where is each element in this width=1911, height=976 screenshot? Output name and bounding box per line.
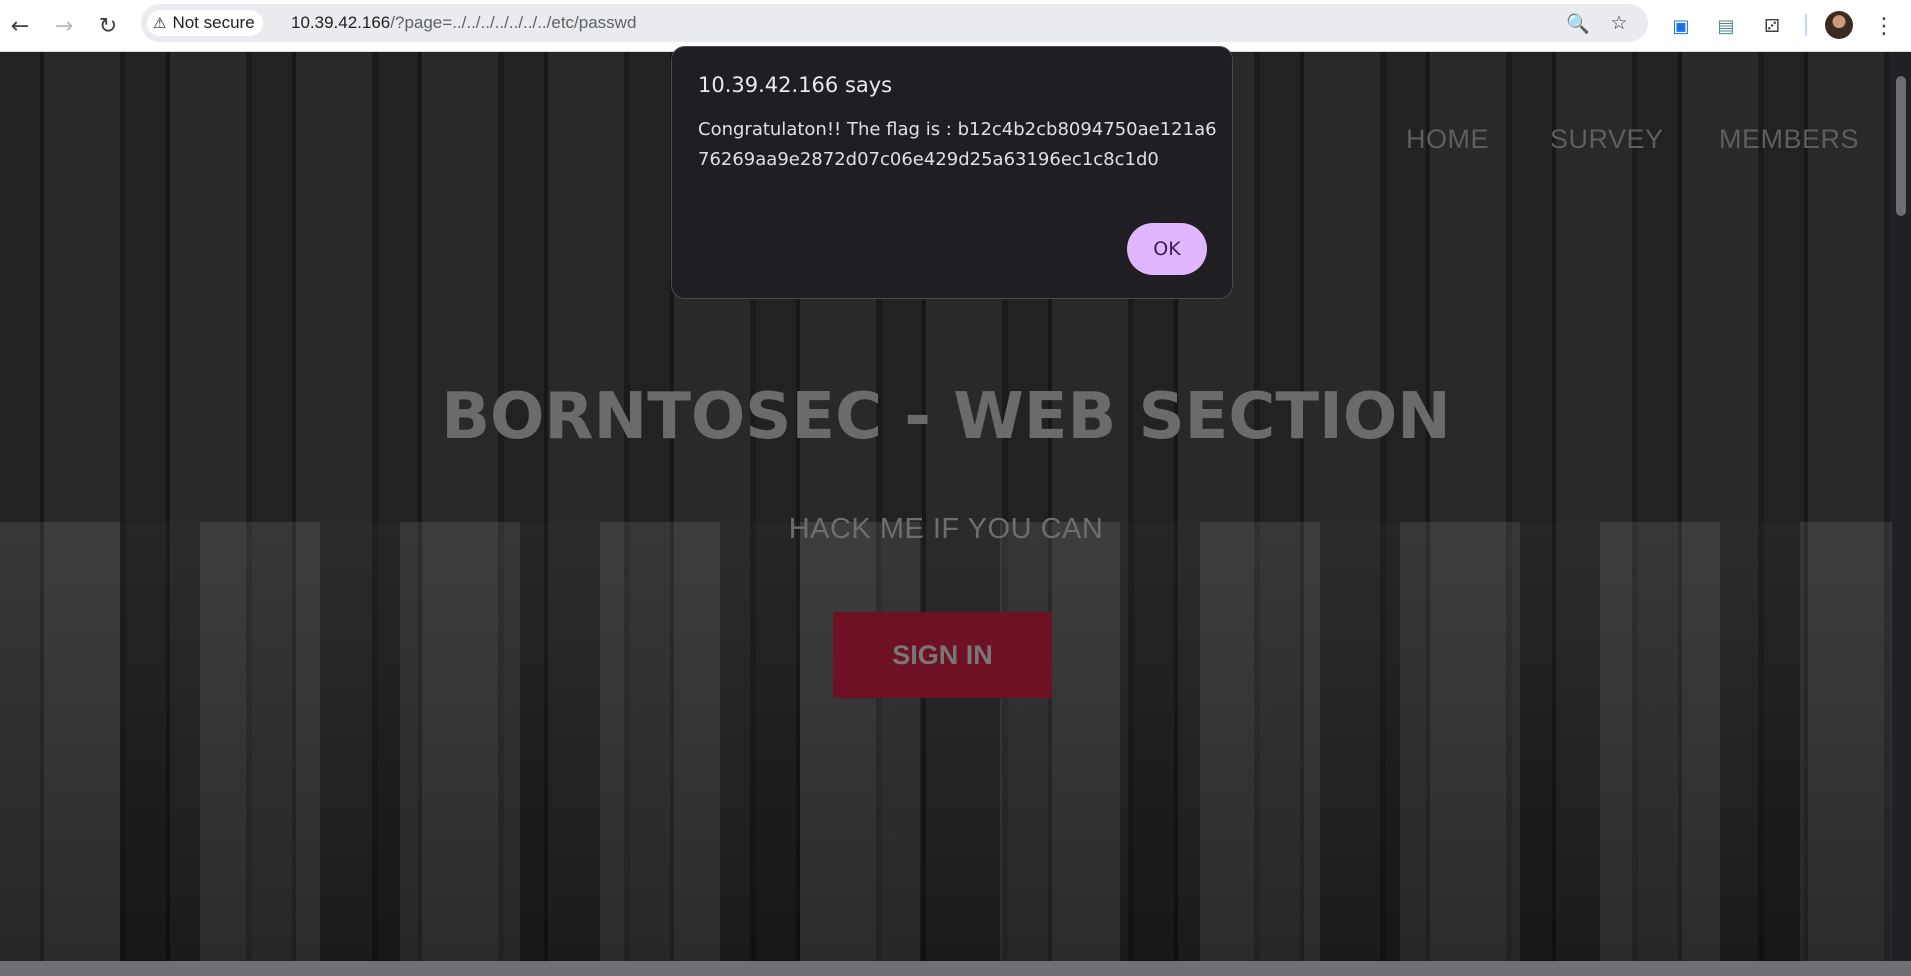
menu-kebab-icon[interactable]: ⋮ [1868, 10, 1900, 42]
hero-subtitle: HACK ME IF YOU CAN [788, 513, 1104, 545]
url-text[interactable]: 10.39.42.166/?page=../../../../../../../… [291, 4, 636, 42]
address-bar[interactable]: ⚠ Not secure 10.39.42.166/?page=../../..… [141, 4, 1648, 42]
profile-avatar[interactable] [1825, 11, 1853, 39]
alert-dialog: 10.39.42.166 says Congratulaton!! The fl… [671, 46, 1233, 299]
toolbar-divider [1805, 14, 1807, 36]
warning-icon: ⚠ [153, 15, 167, 32]
security-chip[interactable]: ⚠ Not secure [147, 10, 263, 36]
vertical-scrollbar[interactable] [1892, 52, 1911, 961]
back-arrow-icon[interactable]: ← [2, 8, 38, 44]
dialog-title: 10.39.42.166 says [698, 73, 893, 97]
forward-arrow-icon[interactable]: → [46, 8, 82, 44]
url-path: /?page=../../../../../../../etc/passwd [390, 13, 637, 32]
url-host: 10.39.42.166 [291, 13, 391, 32]
scrollbar-thumb[interactable] [1896, 76, 1906, 216]
security-label: Not secure [172, 13, 255, 32]
extensions-puzzle-icon[interactable]: ⚂ [1756, 10, 1788, 42]
bottom-status-bar [0, 961, 1911, 976]
bookmark-star-icon[interactable]: ☆ [1607, 11, 1631, 35]
sign-in-button[interactable]: SIGN IN [833, 612, 1052, 698]
translate-extension-icon[interactable]: ▣ [1665, 10, 1697, 42]
nav-survey[interactable]: SURVEY [1550, 124, 1664, 155]
nav-home[interactable]: HOME [1406, 124, 1489, 155]
zoom-icon[interactable]: 🔍 [1566, 11, 1590, 35]
ok-button[interactable]: OK [1127, 223, 1207, 275]
dialog-message: Congratulaton!! The flag is : b12c4b2cb8… [698, 119, 1217, 170]
background-photo-overlay [0, 522, 1892, 961]
browser-toolbar: ← → ↻ ⚠ Not secure 10.39.42.166/?page=..… [0, 0, 1911, 52]
nav-members[interactable]: MEMBERS [1719, 124, 1859, 155]
reader-extension-icon[interactable]: ▤ [1710, 10, 1742, 42]
hero-title: BORNTOSEC - WEB SECTION [441, 380, 1451, 454]
reload-icon[interactable]: ↻ [90, 8, 126, 44]
